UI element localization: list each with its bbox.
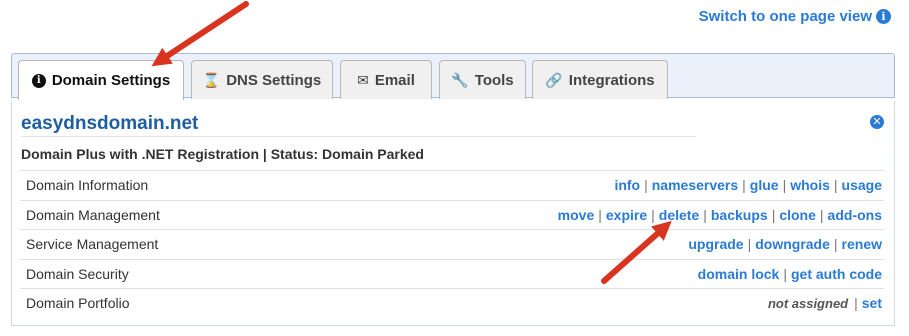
- tab-label: DNS Settings: [226, 71, 322, 89]
- get-auth-code-link[interactable]: get auth code: [791, 266, 882, 282]
- close-icon[interactable]: ✕: [870, 115, 884, 129]
- domain-settings-panel: easydnsdomain.net ✕ Domain Plus with .NE…: [11, 101, 895, 326]
- domain-lock-link[interactable]: domain lock: [698, 266, 780, 282]
- add-ons-link[interactable]: add-ons: [828, 207, 882, 223]
- upgrade-link[interactable]: upgrade: [688, 236, 743, 252]
- tab-label: Email: [374, 71, 415, 89]
- row-label: Service Management: [26, 236, 159, 253]
- not-assigned-text: not assigned: [767, 295, 849, 311]
- envelope-icon: ✉: [357, 71, 369, 88]
- tab-integrations[interactable]: 🔗 Integrations: [532, 60, 668, 99]
- glue-link[interactable]: glue: [750, 177, 779, 193]
- info-circle-icon: i: [31, 73, 46, 88]
- domain-name-title: easydnsdomain.net: [21, 113, 199, 134]
- downgrade-link[interactable]: downgrade: [755, 236, 830, 252]
- backups-link[interactable]: backups: [711, 207, 768, 223]
- row-actions: move | expire | delete | backups | clone | ad…: [557, 206, 882, 223]
- tab-label: Domain Settings: [51, 72, 171, 89]
- move-link[interactable]: move: [558, 207, 595, 223]
- row-actions: upgrade | downgrade | renew: [688, 236, 882, 253]
- row-domain-portfolio: Domain Portfolio not assigned | set: [20, 288, 884, 318]
- row-label: Domain Information: [26, 177, 149, 194]
- link-icon: 🔗: [545, 71, 563, 88]
- row-actions: domain lock | get auth code: [697, 265, 882, 282]
- row-actions: info | nameservers | glue | whois | usage: [614, 177, 882, 194]
- row-domain-management: Domain Management move | expire | delete | …: [20, 199, 884, 230]
- whois-link[interactable]: whois: [790, 177, 830, 193]
- tab-tools[interactable]: 🔧 Tools: [439, 60, 526, 99]
- row-service-management: Service Management upgrade | downgrade | r…: [20, 229, 884, 259]
- row-label: Domain Management: [26, 206, 160, 223]
- renew-link[interactable]: renew: [842, 236, 882, 252]
- tab-email[interactable]: ✉ Email: [340, 60, 432, 99]
- info-link[interactable]: info: [614, 177, 640, 193]
- nameservers-link[interactable]: nameservers: [652, 177, 738, 193]
- info-circle-icon: i: [876, 9, 891, 24]
- switch-one-page-view-link[interactable]: Switch to one page view i: [699, 8, 891, 25]
- switch-one-page-view-label: Switch to one page view: [698, 8, 872, 25]
- title-divider: [21, 136, 696, 137]
- delete-link[interactable]: delete: [659, 207, 699, 223]
- tab-bar: i Domain Settings ⌛ DNS Settings ✉ Email…: [11, 53, 895, 100]
- plan-status-subtitle: Domain Plus with .NET Registration | Sta…: [21, 146, 424, 162]
- row-label: Domain Security: [26, 265, 129, 282]
- wrench-icon: 🔧: [451, 71, 469, 88]
- row-domain-security: Domain Security domain lock | get auth co…: [20, 258, 884, 289]
- settings-table: Domain Information info | nameservers | gl…: [20, 170, 884, 318]
- hourglass-icon: ⌛: [202, 71, 221, 88]
- row-actions: not assigned | set: [767, 295, 882, 312]
- expire-link[interactable]: expire: [606, 207, 647, 223]
- set-link[interactable]: set: [862, 295, 882, 311]
- tab-label: Integrations: [568, 71, 655, 89]
- clone-link[interactable]: clone: [779, 207, 816, 223]
- tab-dns-settings[interactable]: ⌛ DNS Settings: [191, 60, 333, 99]
- row-domain-information: Domain Information info | nameservers | gl…: [20, 170, 884, 200]
- usage-link[interactable]: usage: [842, 177, 882, 193]
- row-label: Domain Portfolio: [26, 295, 130, 312]
- tab-label: Tools: [474, 71, 514, 89]
- tab-domain-settings[interactable]: i Domain Settings: [18, 60, 184, 100]
